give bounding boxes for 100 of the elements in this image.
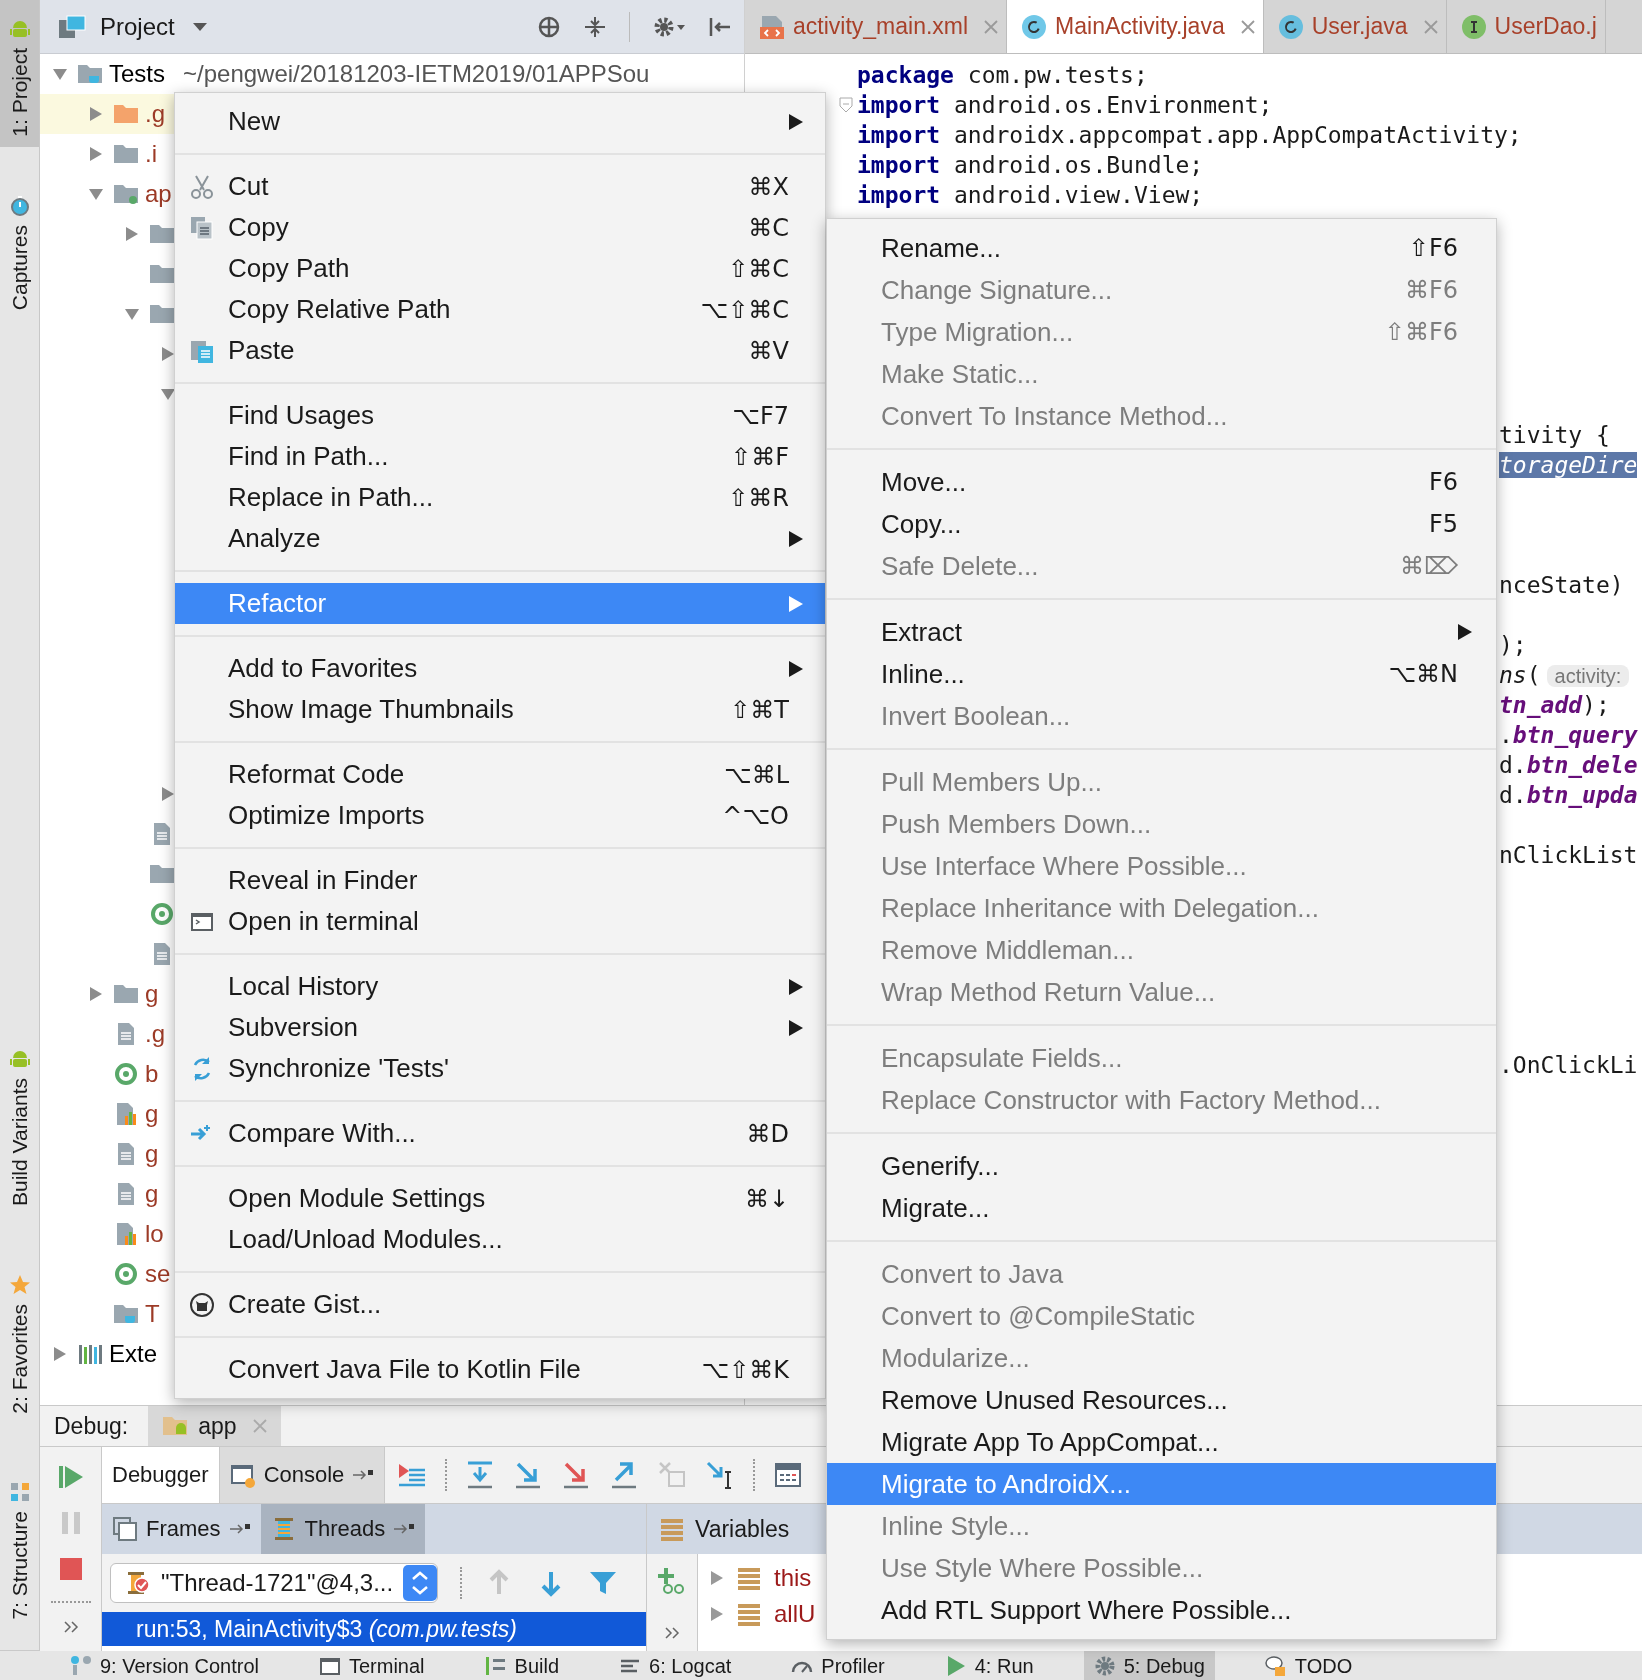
- menu-item[interactable]: Convert Java File to Kotlin File ⌥⇧⌘K: [175, 1349, 825, 1390]
- shortcut: ⌥⇧⌘C: [700, 295, 789, 324]
- variable-name[interactable]: this: [774, 1564, 812, 1592]
- menu-item[interactable]: Optimize Imports ^⌥O: [175, 795, 825, 836]
- tree-item-label[interactable]: Exte: [109, 1340, 158, 1368]
- menu-item[interactable]: Reformat Code ⌥⌘L: [175, 754, 825, 795]
- frames-tab[interactable]: Threads: [260, 1504, 426, 1554]
- tree-item-label[interactable]: .g: [145, 100, 165, 128]
- tree-item-label[interactable]: se: [145, 1260, 171, 1288]
- code-line: d.btn_dele: [1499, 752, 1638, 778]
- menu-item[interactable]: Add to Favorites: [175, 648, 825, 689]
- shortcut: ⌘C: [748, 213, 789, 242]
- code-line: ns( activity:: [1499, 662, 1630, 688]
- menu-item[interactable]: Copy Relative Path ⌥⇧⌘C: [175, 289, 825, 330]
- variables-title: Variables: [695, 1515, 790, 1543]
- code-line: nceState): [1499, 572, 1624, 598]
- tree-item-label[interactable]: Tests: [109, 60, 165, 88]
- tool-window-button[interactable]: 6: Logcat: [609, 1651, 742, 1680]
- tool-window-button[interactable]: 2: Favorites: [0, 1255, 39, 1424]
- debug-tab[interactable]: Console: [219, 1447, 386, 1503]
- menu-item[interactable]: Local History: [175, 966, 825, 1007]
- editor-tab[interactable]: activity_main.xml: [745, 0, 1008, 53]
- menu-item[interactable]: Copy... F5: [827, 503, 1496, 545]
- menu-item[interactable]: Analyze: [175, 518, 825, 559]
- tree-item-label[interactable]: g: [145, 1100, 159, 1128]
- menu-item[interactable]: Copy ⌘C: [175, 207, 825, 248]
- shortcut: ⇧⌘T: [730, 695, 789, 724]
- debug-tab[interactable]: Debugger: [102, 1447, 220, 1503]
- tree-item-label[interactable]: T: [145, 1300, 160, 1328]
- shortcut: F6: [1428, 468, 1458, 496]
- tool-window-button[interactable]: 5: Debug: [1083, 1651, 1215, 1680]
- project-path: ~/pengwei/20181203-IETM2019/01APPSou: [183, 60, 650, 88]
- code-line: package com.pw.tests;: [857, 62, 1148, 88]
- editor-tab[interactable]: UserDao.j: [1446, 0, 1606, 53]
- menu-item[interactable]: Load/Unload Modules...: [175, 1219, 825, 1260]
- frame-row[interactable]: run:53, MainActivity$3 (com.pw.tests): [102, 1612, 646, 1646]
- shortcut: ⇧⌘F6: [1384, 318, 1458, 346]
- tree-item-label[interactable]: b: [145, 1060, 159, 1088]
- tree-item-label[interactable]: g: [145, 1180, 159, 1208]
- tree-item-label[interactable]: .g: [145, 1020, 165, 1048]
- menu-item[interactable]: Replace in Path... ⇧⌘R: [175, 477, 825, 518]
- menu-item[interactable]: Subversion: [175, 1007, 825, 1048]
- shortcut: ⇧⌘F: [731, 442, 789, 471]
- menu-item[interactable]: Remove Unused Resources...: [827, 1379, 1496, 1421]
- menu-item[interactable]: Open in terminal: [175, 901, 825, 942]
- menu-item[interactable]: Create Gist...: [175, 1284, 825, 1325]
- tree-item-label[interactable]: lo: [145, 1220, 164, 1248]
- code-line: tivity {: [1499, 422, 1610, 448]
- editor-tab[interactable]: User.java: [1263, 0, 1447, 53]
- tool-window-button[interactable]: 7: Structure: [0, 1463, 39, 1630]
- code-line: nClickList: [1499, 842, 1638, 868]
- code-line: import android.view.View;: [857, 182, 1204, 208]
- menu-item[interactable]: Add RTL Support Where Possible...: [827, 1589, 1496, 1631]
- menu-item[interactable]: Paste ⌘V: [175, 330, 825, 371]
- tool-window-button[interactable]: Terminal: [309, 1651, 435, 1680]
- shortcut: ⌥⇧⌘K: [701, 1355, 789, 1384]
- tree-item-label[interactable]: .i: [145, 140, 157, 168]
- code-line: import android.os.Bundle;: [857, 152, 1204, 178]
- tree-item-label[interactable]: g: [145, 980, 159, 1008]
- shortcut: ⌘↓: [744, 1184, 789, 1213]
- menu-item[interactable]: Compare With... ⌘D: [175, 1113, 825, 1154]
- tool-window-button[interactable]: Captures: [0, 176, 39, 320]
- tool-window-button[interactable]: Profiler: [781, 1651, 895, 1680]
- variable-name[interactable]: allU: [774, 1600, 816, 1628]
- shortcut: ⌥⌘L: [723, 760, 789, 789]
- menu-item[interactable]: Generify...: [827, 1145, 1496, 1187]
- menu-item[interactable]: Show Image Thumbnails ⇧⌘T: [175, 689, 825, 730]
- thread-dropdown[interactable]: "Thread-1721"@4,3...: [110, 1563, 439, 1603]
- menu-item[interactable]: Migrate...: [827, 1187, 1496, 1229]
- menu-item[interactable]: Copy Path ⇧⌘C: [175, 248, 825, 289]
- menu-item[interactable]: Find Usages ⌥F7: [175, 395, 825, 436]
- tree-item-label[interactable]: g: [145, 1140, 159, 1168]
- menu-item[interactable]: Migrate App To AppCompat...: [827, 1421, 1496, 1463]
- code-line: d.btn_upda: [1499, 782, 1638, 808]
- menu-item[interactable]: Move... F6: [827, 461, 1496, 503]
- menu-item[interactable]: Rename... ⇧F6: [827, 227, 1496, 269]
- menu-item[interactable]: Reveal in Finder: [175, 860, 825, 901]
- editor-tab[interactable]: MainActivity.java: [1007, 0, 1264, 53]
- tree-item-label[interactable]: ap: [145, 180, 172, 208]
- shortcut: ^⌥O: [722, 801, 789, 830]
- menu-item[interactable]: Synchronize 'Tests': [175, 1048, 825, 1089]
- panel-title[interactable]: Project: [100, 12, 175, 41]
- tool-window-button[interactable]: Build Variants: [0, 1029, 39, 1216]
- shortcut: F5: [1428, 510, 1458, 538]
- tool-window-button[interactable]: 9: Version Control: [60, 1651, 269, 1680]
- menu-item[interactable]: Find in Path... ⇧⌘F: [175, 436, 825, 477]
- menu-item[interactable]: Extract: [827, 611, 1496, 653]
- tool-window-button[interactable]: 4: Run: [934, 1651, 1044, 1680]
- code-line: import android.os.Environment;: [857, 92, 1273, 118]
- tool-window-button[interactable]: Build: [474, 1651, 570, 1680]
- shortcut: ⌘⌦: [1400, 552, 1458, 580]
- menu-item[interactable]: New: [175, 101, 825, 142]
- menu-item[interactable]: Open Module Settings ⌘↓: [175, 1178, 825, 1219]
- code-line: );: [1499, 632, 1527, 658]
- tool-window-button[interactable]: TODO: [1254, 1651, 1363, 1680]
- frames-tab[interactable]: Frames: [102, 1504, 261, 1554]
- menu-item[interactable]: Inline... ⌥⌘N: [827, 653, 1496, 695]
- session-tab[interactable]: app: [148, 1406, 281, 1446]
- tool-window-button[interactable]: 1: Project: [0, 0, 39, 147]
- menu-item[interactable]: Cut ⌘X: [175, 166, 825, 207]
